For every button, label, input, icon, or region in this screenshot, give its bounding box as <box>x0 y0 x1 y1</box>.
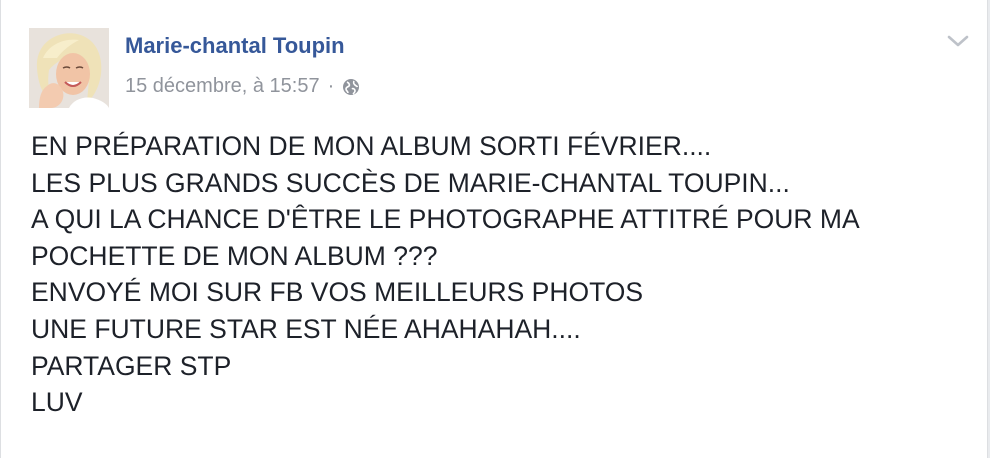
post-text-line: UNE FUTURE STAR EST NÉE AHAHAHAH.... <box>31 311 961 348</box>
globe-icon[interactable] <box>342 78 360 96</box>
author-name[interactable]: Marie-chantal Toupin <box>125 33 345 59</box>
post-text-line: A QUI LA CHANCE D'ÊTRE LE PHOTOGRAPHE AT… <box>31 201 961 238</box>
post-text-line: POCHETTE DE MON ALBUM ??? <box>31 238 961 275</box>
post-timestamp[interactable]: 15 décembre, à 15:57 <box>125 75 320 98</box>
post-meta: 15 décembre, à 15:57 · <box>125 75 360 98</box>
post-text-line: PARTAGER STP <box>31 348 961 385</box>
meta-separator: · <box>328 75 335 98</box>
chevron-down-icon[interactable] <box>945 32 971 50</box>
post-text-line: LUV <box>31 384 961 421</box>
post-card: Marie-chantal Toupin 15 décembre, à 15:5… <box>0 0 988 458</box>
avatar-image <box>29 28 109 108</box>
post-text-line: LES PLUS GRANDS SUCCÈS DE MARIE-CHANTAL … <box>31 165 961 202</box>
avatar[interactable] <box>29 28 109 108</box>
post-text-line: EN PRÉPARATION DE MON ALBUM SORTI FÉVRIE… <box>31 128 961 165</box>
post-text-line: ENVOYÉ MOI SUR FB VOS MEILLEURS PHOTOS <box>31 274 961 311</box>
post-text: EN PRÉPARATION DE MON ALBUM SORTI FÉVRIE… <box>31 128 961 421</box>
